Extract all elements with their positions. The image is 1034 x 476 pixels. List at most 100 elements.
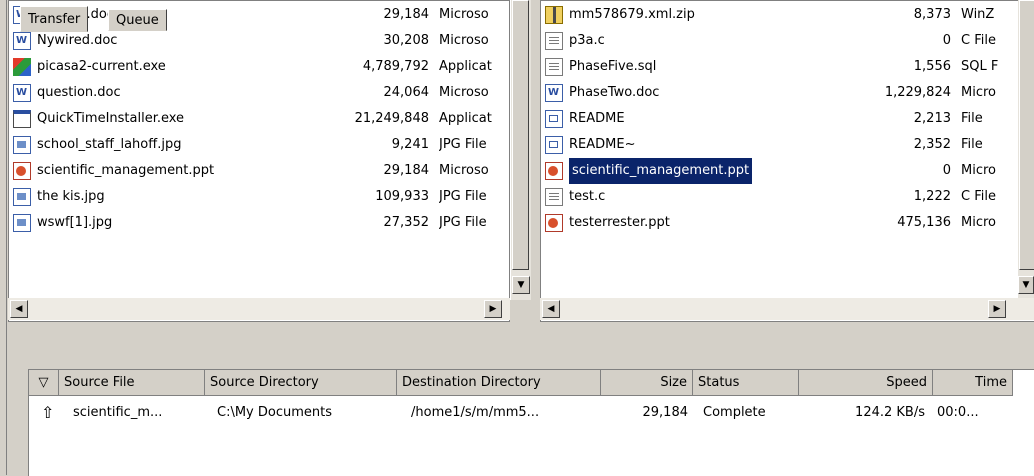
file-type: JPG File [439,215,487,230]
file-row[interactable]: p3a.c 0 C File [541,28,1034,54]
scroll-right-arrow-icon[interactable]: ▶ [484,300,502,318]
file-name[interactable]: p3a.c [569,28,605,54]
file-row[interactable]: PhaseFive.sql 1,556 SQL F [541,54,1034,80]
file-size: 2,213 [913,111,951,126]
file-row[interactable]: scientific_management.ppt 29,184 Microso [9,158,509,184]
picasa-icon [13,58,31,76]
powerpoint-icon [13,162,31,180]
remote-scroll-thumb[interactable] [1019,0,1034,270]
word-doc-icon [545,80,563,106]
source-directory-column-header[interactable]: Source Directory [205,370,397,396]
scroll-down-arrow-icon[interactable]: ▼ [512,276,530,294]
file-row[interactable]: README~ 2,352 File [541,132,1034,158]
size-column-header[interactable]: Size [601,370,693,396]
file-size: 8,373 [913,7,951,22]
text-file-icon [545,188,563,206]
remote-vertical-scrollbar[interactable]: ▼ [1018,0,1034,300]
file-row[interactable]: PhaseTwo.doc 1,229,824 Micro [541,80,1034,106]
zip-icon [545,6,563,24]
file-type: C File [961,33,996,48]
file-name[interactable]: school_staff_lahoff.jpg [37,132,181,158]
file-type: Micro [961,85,996,100]
file-row[interactable]: school_staff_lahoff.jpg 9,241 JPG File [9,132,509,158]
file-type: JPG File [439,137,487,152]
file-name[interactable]: QuickTimeInstaller.exe [37,106,184,132]
transfer-list[interactable]: ▽ Source File Source Directory Destinati… [28,369,1034,476]
image-file-icon [13,214,31,232]
file-size: 475,136 [897,215,951,230]
file-size: 29,184 [383,163,430,178]
local-vertical-scrollbar[interactable]: ▼ [510,0,531,300]
file-size: 4,789,792 [362,59,429,74]
transfer-speed: 124.2 KB/s [855,405,925,420]
status-column-header[interactable]: Status [693,370,799,396]
file-name[interactable]: PhaseTwo.doc [569,80,659,106]
file-name[interactable]: test.c [569,184,605,210]
file-type: Applicat [439,111,492,126]
transfer-destination-directory: /home1/s/m/mm5... [411,405,540,420]
transfer-status: Complete [703,405,766,420]
scroll-left-arrow-icon[interactable]: ◀ [10,300,28,318]
file-size: 2,352 [913,137,951,152]
tab-transfer[interactable]: Transfer [20,6,89,32]
file-row[interactable]: the kis.jpg 109,933 JPG File [9,184,509,210]
word-doc-icon [13,80,31,106]
file-size: 1,556 [913,59,951,74]
file-name[interactable]: PhaseFive.sql [569,54,656,80]
text-file-icon [545,58,563,76]
file-size: 30,208 [383,33,430,48]
file-name[interactable]: wswf[1].jpg [37,210,112,236]
powerpoint-icon [545,214,563,232]
scroll-down-arrow-icon[interactable]: ▼ [1018,276,1034,294]
file-row[interactable]: wswf[1].jpg 27,352 JPG File [9,210,509,236]
file-name[interactable]: question.doc [37,80,121,106]
upload-arrow-icon: ⇧ [41,403,55,422]
file-name[interactable]: testerrester.ppt [569,210,670,236]
destination-directory-column-header[interactable]: Destination Directory [397,370,601,396]
file-name[interactable]: README [569,106,625,132]
file-type: C File [961,189,996,204]
file-row[interactable]: testerrester.ppt 475,136 Micro [541,210,1034,236]
file-type: File [961,137,983,152]
tab-queue[interactable]: Queue [108,9,167,31]
file-name[interactable]: README~ [569,132,635,158]
file-size: 9,241 [391,137,429,152]
file-size: 1,229,824 [884,85,951,100]
time-column-header[interactable]: Time [933,370,1013,396]
source-file-column-header[interactable]: Source File [59,370,205,396]
file-row[interactable]: README 2,213 File [541,106,1034,132]
remote-file-list[interactable]: mm578679.xml.zip 8,373 WinZ p3a.c 0 C File Pha… [540,0,1034,322]
remote-horizontal-scrollbar[interactable]: ◀ ▶ [540,298,1034,320]
file-row[interactable]: QuickTimeInstaller.exe 21,249,848 Applicat [9,106,509,132]
file-size: 109,933 [375,189,429,204]
local-scroll-thumb[interactable] [512,0,529,270]
local-file-list[interactable]: memo6.doc29,184MicrosoNywired.doc30,208M… [8,0,510,322]
file-row[interactable]: picasa2-current.exe 4,789,792 Applicat [9,54,509,80]
file-type: Applicat [439,59,492,74]
file-size: 1,222 [913,189,951,204]
file-size: 29,184 [383,7,430,22]
scroll-right-arrow-icon[interactable]: ▶ [988,300,1006,318]
file-name[interactable]: mm578679.xml.zip [569,2,695,28]
file-type: Microso [439,33,489,48]
file-row[interactable]: mm578679.xml.zip 8,373 WinZ [541,2,1034,28]
file-type: Microso [439,7,489,22]
file-name[interactable]: picasa2-current.exe [37,54,166,80]
local-horizontal-scrollbar[interactable]: ◀ ▶ [8,298,510,320]
file-row[interactable]: test.c 1,222 C File [541,184,1034,210]
file-size: 0 [942,163,951,178]
file-row[interactable]: scientific_management.ppt 0 Micro [541,157,1034,185]
file-name[interactable]: scientific_management.ppt [567,157,754,185]
transfer-source-file[interactable]: scientific_m... [73,402,162,424]
file-row[interactable]: question.doc 24,064 Microso [9,80,509,106]
generic-file-icon [545,110,563,128]
file-name[interactable]: the kis.jpg [37,184,105,210]
text-file-icon [545,32,563,50]
file-name[interactable]: scientific_management.ppt [37,158,214,184]
speed-column-header[interactable]: Speed [799,370,933,396]
file-type: Microso [439,85,489,100]
scroll-left-arrow-icon[interactable]: ◀ [542,300,560,318]
sort-column-header[interactable]: ▽ [29,370,59,396]
file-size: 21,249,848 [354,111,429,126]
generic-file-icon [545,136,563,154]
